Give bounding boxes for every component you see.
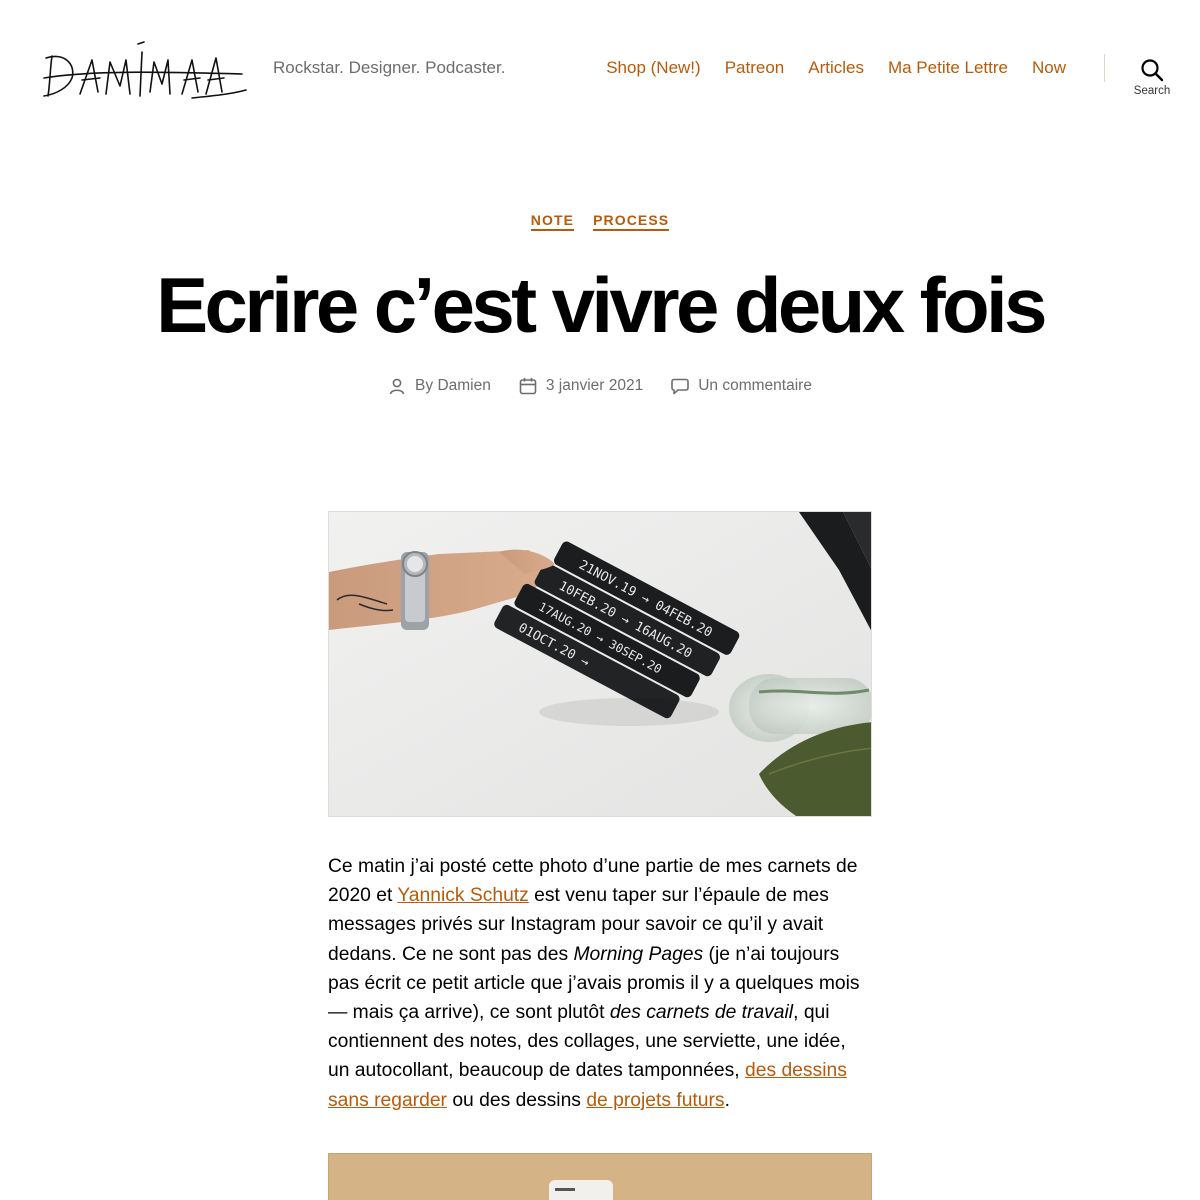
category-process[interactable]: PROCESS bbox=[593, 212, 670, 231]
post-date: 3 janvier 2021 bbox=[519, 377, 643, 395]
site-header: Rockstar. Designer. Podcaster. Shop (New… bbox=[0, 0, 1200, 130]
link-projets-futurs[interactable]: de projets futurs bbox=[586, 1090, 724, 1111]
paragraph-text-5: ou des dessins bbox=[446, 1089, 587, 1111]
second-photo-graphic bbox=[329, 1154, 871, 1200]
search-icon bbox=[1141, 59, 1164, 82]
hero-image: 21NOV.19 → 04FEB.20 10FEB.20 → 16AUG.20 … bbox=[328, 511, 872, 817]
comment-icon bbox=[671, 378, 690, 395]
header-divider bbox=[1104, 54, 1105, 82]
logo-signature bbox=[43, 41, 247, 99]
post-author: By Damien bbox=[388, 377, 491, 395]
paragraph-text-6: . bbox=[724, 1089, 730, 1111]
post-meta: By Damien 3 janvier 2021 Un commentaire bbox=[0, 377, 1200, 395]
search-button[interactable]: Search bbox=[1124, 52, 1180, 104]
comments-link[interactable]: Un commentaire bbox=[698, 377, 812, 395]
nav-item-ma-petite-lettre[interactable]: Ma Petite Lettre bbox=[888, 58, 1008, 78]
author-link[interactable]: By Damien bbox=[415, 377, 491, 395]
calendar-icon bbox=[519, 378, 537, 395]
post-title: Ecrire c’est vivre deux fois bbox=[156, 261, 1047, 349]
site-logo[interactable] bbox=[42, 34, 247, 104]
nav-item-articles[interactable]: Articles bbox=[808, 58, 864, 78]
date-link[interactable]: 3 janvier 2021 bbox=[546, 377, 643, 395]
user-icon bbox=[389, 378, 405, 395]
emphasis-carnets-de-travail: des carnets de travail bbox=[609, 1002, 794, 1024]
nav-item-shop[interactable]: Shop (New!) bbox=[606, 58, 700, 78]
nav-item-now[interactable]: Now bbox=[1032, 58, 1066, 78]
category-note[interactable]: NOTE bbox=[530, 212, 575, 231]
post-comments: Un commentaire bbox=[671, 377, 812, 395]
notebooks-photo: 21NOV.19 → 04FEB.20 10FEB.20 → 16AUG.20 … bbox=[329, 512, 871, 816]
post-paragraph: Ce matin j’ai posté cette photo d’une pa… bbox=[328, 852, 872, 1115]
second-photo bbox=[328, 1153, 872, 1200]
link-yannick-schutz[interactable]: Yannick Schutz bbox=[397, 885, 528, 906]
nav-item-patreon[interactable]: Patreon bbox=[725, 58, 785, 78]
primary-nav: Shop (New!) Patreon Articles Ma Petite L… bbox=[606, 58, 1066, 78]
search-label: Search bbox=[1133, 85, 1171, 97]
site-tagline: Rockstar. Designer. Podcaster. bbox=[273, 58, 506, 77]
emphasis-morning-pages: Morning Pages bbox=[573, 943, 704, 965]
post-categories: NOTE PROCESS bbox=[0, 212, 1200, 231]
